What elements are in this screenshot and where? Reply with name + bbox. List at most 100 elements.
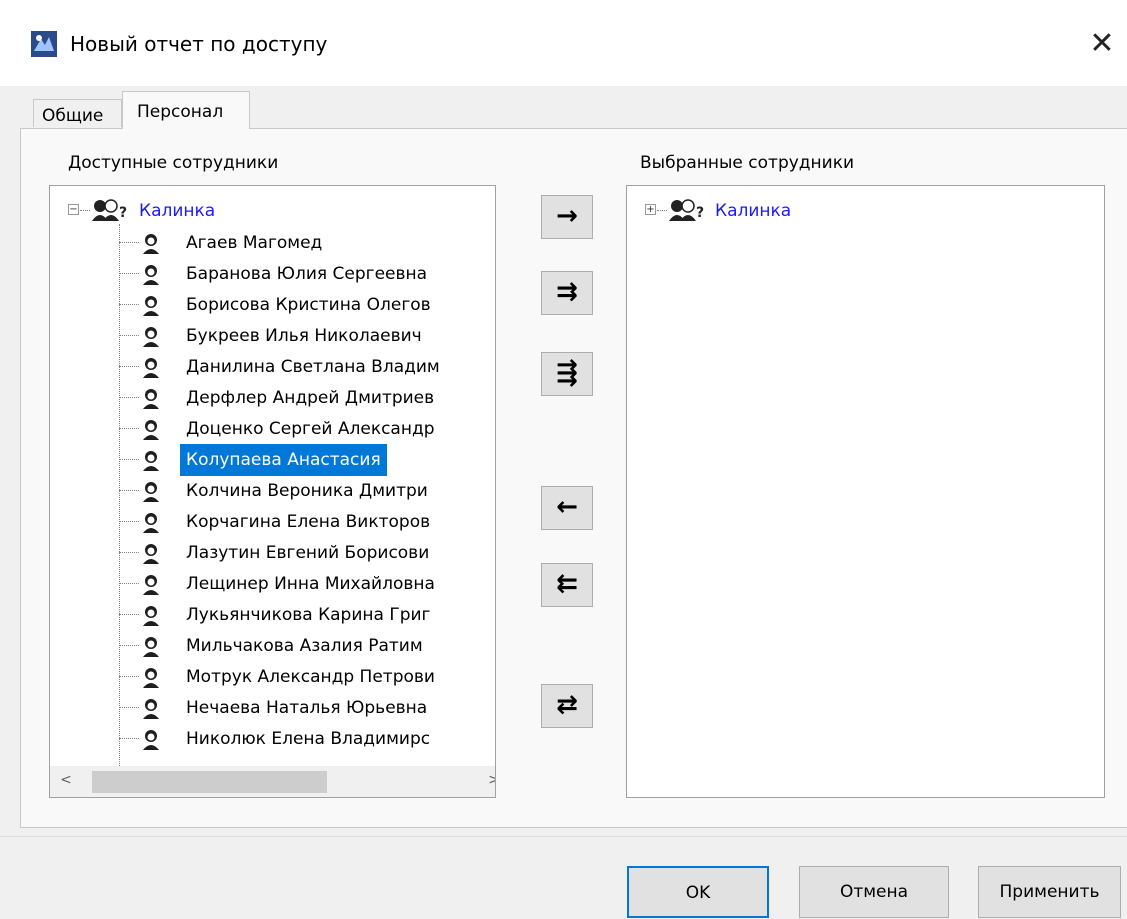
person-icon	[140, 263, 162, 285]
person-icon	[140, 542, 162, 564]
person-icon	[140, 294, 162, 316]
person-icon	[140, 635, 162, 657]
tree-connector	[119, 366, 139, 367]
remove-selected-button[interactable]: ←	[541, 486, 593, 530]
employee-tree-item[interactable]: Доценко Сергей Александр	[50, 413, 495, 445]
tree-connector	[119, 459, 139, 460]
apply-button[interactable]: Применить	[978, 866, 1121, 918]
tab-personnel[interactable]: Персонал	[122, 91, 250, 129]
tree-connector	[119, 242, 139, 243]
add-selected-button[interactable]: →	[541, 195, 593, 239]
employee-name: Доценко Сергей Александр	[186, 419, 435, 439]
tree-connector	[119, 583, 139, 584]
employee-tree-item[interactable]: Баранова Юлия Сергеевна	[50, 258, 495, 290]
employee-tree-item[interactable]: Агаев Магомед	[50, 227, 495, 259]
selected-root-label: Калинка	[715, 201, 792, 221]
tree-connector	[119, 645, 139, 646]
employee-name: Лукьянчикова Карина Григ	[186, 605, 431, 625]
swap-button[interactable]: ⇄	[541, 684, 593, 728]
employee-tree-item[interactable]: Колчина Вероника Дмитри	[50, 475, 495, 507]
svg-text:?: ?	[696, 205, 704, 221]
tree-connector	[119, 552, 139, 553]
person-icon	[140, 325, 162, 347]
horizontal-scroll-thumb[interactable]	[92, 771, 327, 793]
employee-tree-item[interactable]: Борисова Кристина Олегов	[50, 289, 495, 321]
employee-name: Николюк Елена Владимирс	[186, 729, 431, 749]
person-icon	[140, 666, 162, 688]
group-people-icon: ?	[669, 199, 704, 221]
employee-tree-item[interactable]: Лукьянчикова Карина Григ	[50, 599, 495, 631]
employee-name: Борисова Кристина Олегов	[186, 295, 431, 315]
available-employees-label: Доступные сотрудники	[68, 153, 279, 173]
employee-tree-item[interactable]: Колупаева Анастасия	[50, 444, 495, 476]
horizontal-scrollbar[interactable]: < >	[50, 766, 495, 797]
tree-connector	[119, 521, 139, 522]
person-icon	[140, 511, 162, 533]
ok-button[interactable]: OK	[627, 866, 769, 918]
person-icon	[140, 697, 162, 719]
employee-tree-item[interactable]: Лазутин Евгений Борисови	[50, 537, 495, 569]
employee-tree-item[interactable]: Лещинер Инна Михайловна	[50, 568, 495, 600]
employee-name: Агаев Магомед	[186, 233, 323, 253]
tree-connector	[119, 397, 139, 398]
title-bar: Новый отчет по доступу ✕	[0, 0, 1127, 86]
expand-icon[interactable]: +	[645, 204, 656, 215]
employee-name: Лещинер Инна Михайловна	[186, 574, 435, 594]
add-group-button[interactable]: ⇶	[541, 352, 593, 396]
employee-tree-item[interactable]: Дерфлер Андрей Дмитриев	[50, 382, 495, 414]
selected-employees-label: Выбранные сотрудники	[640, 153, 855, 173]
person-icon	[140, 604, 162, 626]
tree-connector	[119, 738, 139, 739]
tree-connector	[80, 210, 90, 211]
employee-tree-item[interactable]: Нечаева Наталья Юрьевна	[50, 692, 495, 724]
employee-name: Корчагина Елена Викторов	[186, 512, 431, 532]
employee-tree-item[interactable]: Букреев Илья Николаевич	[50, 320, 495, 352]
tree-connector	[119, 490, 139, 491]
person-icon	[140, 418, 162, 440]
employee-name: Мотрук Александр Петрови	[186, 667, 435, 687]
scroll-right-icon[interactable]: >	[480, 772, 495, 788]
employee-name: Нечаева Наталья Юрьевна	[186, 698, 428, 718]
employee-name: Колупаева Анастасия	[180, 444, 387, 476]
employee-name: Дерфлер Андрей Дмитриев	[186, 388, 435, 408]
tab-general[interactable]: Общие	[33, 99, 122, 127]
tree-connector	[119, 676, 139, 677]
person-icon	[140, 480, 162, 502]
tree-connector	[119, 614, 139, 615]
tree-connector	[119, 273, 139, 274]
scroll-left-icon[interactable]: <	[52, 772, 80, 788]
available-root-label: Калинка	[139, 201, 216, 221]
employee-name: Данилина Светлана Владим	[186, 357, 440, 377]
person-icon	[140, 573, 162, 595]
close-icon[interactable]: ✕	[1077, 20, 1127, 68]
person-icon	[140, 232, 162, 254]
window-title: Новый отчет по доступу	[70, 32, 328, 56]
remove-all-button[interactable]: ⇇	[541, 563, 593, 607]
employee-name: Лазутин Евгений Борисови	[186, 543, 430, 563]
svg-text:?: ?	[119, 205, 127, 221]
person-icon	[140, 356, 162, 378]
employee-tree-item[interactable]: Мотрук Александр Петрови	[50, 661, 495, 693]
app-icon	[31, 31, 57, 57]
selected-employees-tree[interactable]: + ? Калинка	[626, 185, 1105, 798]
cancel-button[interactable]: Отмена	[799, 866, 949, 918]
add-all-button[interactable]: ⇉	[541, 271, 593, 315]
tree-connector	[119, 428, 139, 429]
employee-tree-item[interactable]: Мильчакова Азалия Ратим	[50, 630, 495, 662]
tree-connector	[119, 335, 139, 336]
tree-connector	[119, 304, 139, 305]
employee-tree-item[interactable]: Корчагина Елена Викторов	[50, 506, 495, 538]
available-employees-tree[interactable]: −? Калинка Агаев Магомед Баранова Юлия Серг…	[49, 185, 496, 798]
collapse-icon[interactable]: −	[68, 204, 79, 215]
employee-name: Мильчакова Азалия Ратим	[186, 636, 423, 656]
employee-name: Баранова Юлия Сергеевна	[186, 264, 428, 284]
employee-tree-item[interactable]: Николюк Елена Владимирс	[50, 723, 495, 755]
person-icon	[140, 728, 162, 750]
footer-divider	[0, 836, 1127, 837]
employee-name: Букреев Илья Николаевич	[186, 326, 422, 346]
employee-name: Колчина Вероника Дмитри	[186, 481, 428, 501]
employee-tree-item[interactable]: Данилина Светлана Владим	[50, 351, 495, 383]
person-icon	[140, 387, 162, 409]
person-icon	[140, 449, 162, 471]
tree-connector	[657, 210, 667, 211]
